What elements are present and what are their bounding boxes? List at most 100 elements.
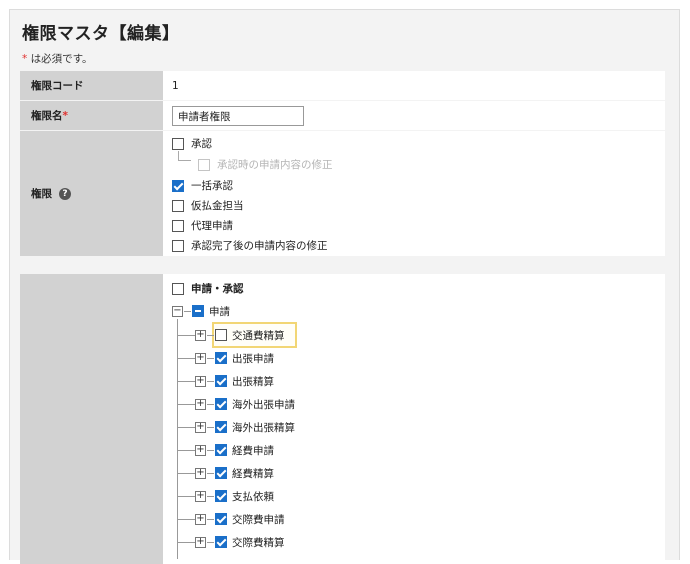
checkbox[interactable] <box>215 467 227 479</box>
checkbox[interactable] <box>192 305 204 317</box>
option-label: 承認完了後の申請内容の修正 <box>191 240 328 252</box>
tree-root[interactable]: 申請・承認 <box>172 281 244 296</box>
tree-group: − 申請 <box>172 303 230 319</box>
checkbox[interactable] <box>215 513 227 525</box>
option-approve[interactable]: 承認 <box>172 136 212 151</box>
name-row: 権限名 * 申請者権限 <box>20 101 665 130</box>
checkbox[interactable] <box>172 219 184 232</box>
collapse-icon[interactable]: − <box>172 305 183 317</box>
page-title: 権限マスタ【編集】 <box>22 24 180 44</box>
expand-icon[interactable]: + <box>195 467 206 479</box>
checkbox[interactable] <box>172 282 184 295</box>
tree-branch <box>178 334 195 336</box>
option-proxy-application[interactable]: 代理申請 <box>172 218 233 233</box>
tree-item-label: 海外出張申請 <box>232 398 295 411</box>
name-label: 権限名 * <box>20 101 163 130</box>
expand-icon[interactable]: + <box>195 536 206 548</box>
expand-icon[interactable]: + <box>195 421 206 433</box>
checkbox[interactable] <box>215 329 227 341</box>
tree-dash <box>207 380 214 382</box>
tree-item-label: 交際費精算 <box>232 536 285 549</box>
tree-item: + 交際費申請 <box>178 511 285 527</box>
tree-item: + 経費申請 <box>178 442 274 458</box>
checkbox[interactable] <box>215 375 227 387</box>
expand-icon[interactable]: + <box>195 398 206 410</box>
code-label: 権限コード <box>20 71 163 100</box>
name-input[interactable]: 申請者権限 <box>172 106 304 126</box>
tree-branch <box>178 426 195 428</box>
application-tree-row: 申請・承認 − 申請 + 交通費精算 + 出張申請 + 出張精算 + 海外出張申請 + 海外出張精… <box>20 274 665 564</box>
expand-icon[interactable]: + <box>195 444 206 456</box>
tree-item: + 交通費精算 <box>178 327 285 343</box>
expand-icon[interactable]: + <box>195 513 206 525</box>
option-bulk-approve[interactable]: 一括承認 <box>172 178 233 193</box>
checkbox[interactable] <box>172 199 184 212</box>
tree-item-label: 経費申請 <box>232 444 274 457</box>
option-advance-payment[interactable]: 仮払金担当 <box>172 198 244 213</box>
tree-dash <box>207 426 214 428</box>
tree-item: + 出張申請 <box>178 350 274 366</box>
option-post-approval-edit[interactable]: 承認完了後の申請内容の修正 <box>172 238 328 253</box>
expand-icon[interactable]: + <box>195 329 206 341</box>
code-cell: 1 <box>163 71 665 100</box>
code-label-text: 権限コード <box>31 80 84 92</box>
checkbox[interactable] <box>215 352 227 364</box>
checkbox[interactable] <box>215 444 227 456</box>
tree-label <box>20 274 163 564</box>
expand-icon[interactable]: + <box>195 375 206 387</box>
tree-branch <box>178 449 195 451</box>
tree-branch <box>178 472 195 474</box>
tree-item-label: 交際費申請 <box>232 513 285 526</box>
checkbox[interactable] <box>172 137 184 150</box>
tree-dash <box>207 495 214 497</box>
code-row: 権限コード 1 <box>20 71 665 100</box>
tree-branch <box>178 357 195 359</box>
name-label-text: 権限名 <box>31 110 63 122</box>
option-label: 承認 <box>191 138 212 150</box>
tree-item-label: 出張精算 <box>232 375 274 388</box>
question-circle-icon[interactable]: ? <box>59 187 71 200</box>
option-label: 承認時の申請内容の修正 <box>217 159 333 171</box>
tree-branch <box>178 541 195 543</box>
tree-item-label: 支払依頼 <box>232 490 274 503</box>
tree-item-label: 海外出張精算 <box>232 421 295 434</box>
option-label: 代理申請 <box>191 220 233 232</box>
checkbox[interactable] <box>215 536 227 548</box>
tree-dash <box>207 518 214 520</box>
tree-dash <box>207 357 214 359</box>
option-label: 仮払金担当 <box>191 200 244 212</box>
tree-dash <box>184 310 191 312</box>
checkbox[interactable] <box>215 421 227 433</box>
checkbox[interactable] <box>172 239 184 252</box>
tree-item: + 出張精算 <box>178 373 274 389</box>
permissions-label: 権限 ? <box>20 131 163 256</box>
tree-cell: 申請・承認 − 申請 + 交通費精算 + 出張申請 + 出張精算 + 海外出張申請 + 海外出張精… <box>163 274 665 564</box>
name-input-value: 申請者権限 <box>178 110 231 123</box>
checkbox[interactable] <box>215 398 227 410</box>
expand-icon[interactable]: + <box>195 490 206 502</box>
tree-item: + 海外出張申請 <box>178 396 295 412</box>
tree-branch <box>178 403 195 405</box>
tree-item-label: 出張申請 <box>232 352 274 365</box>
tree-item-label: 交通費精算 <box>232 329 285 342</box>
name-cell: 申請者権限 <box>163 101 665 130</box>
tree-group-label: 申請 <box>209 305 230 318</box>
tree-dash <box>207 541 214 543</box>
tree-item: + 海外出張精算 <box>178 419 295 435</box>
tree-item: + 経費精算 <box>178 465 274 481</box>
permissions-label-text: 権限 <box>31 188 52 200</box>
tree-item: + 支払依頼 <box>178 488 274 504</box>
tree-dash <box>207 449 214 451</box>
permissions-cell: 承認 承認時の申請内容の修正 一括承認 仮払金担当 代理申請 承認完了後の申請内… <box>163 131 665 256</box>
tree-item-label: 経費精算 <box>232 467 274 480</box>
checkbox <box>198 158 210 171</box>
required-note-text: は必須です。 <box>27 53 93 65</box>
expand-icon[interactable]: + <box>195 352 206 364</box>
tree-branch <box>178 495 195 497</box>
code-value: 1 <box>172 80 179 92</box>
option-label: 一括承認 <box>191 180 233 192</box>
checkbox[interactable] <box>215 490 227 502</box>
required-note: * は必須です。 <box>22 51 93 66</box>
checkbox[interactable] <box>172 179 184 192</box>
tree-dash <box>207 403 214 405</box>
